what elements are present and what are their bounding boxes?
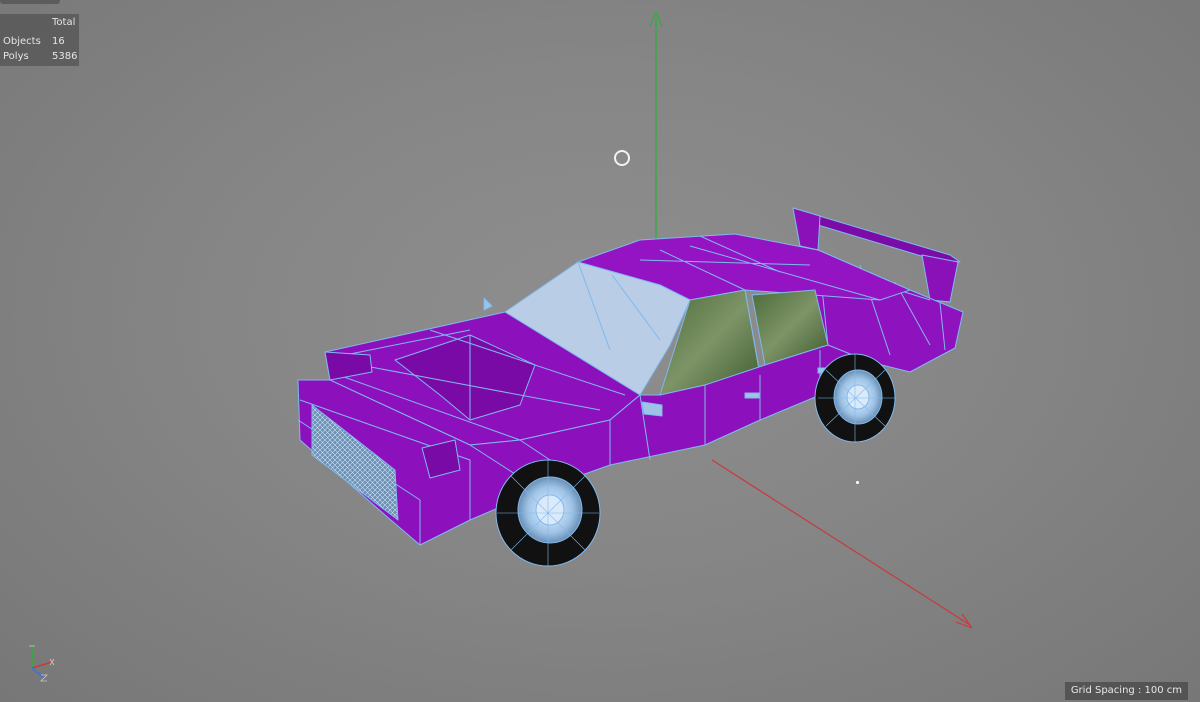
pivot-dot — [856, 481, 859, 484]
3d-viewport[interactable]: Total Objects 16 Polys 5386 Grid Spacing… — [0, 0, 1200, 702]
y-axis-arrow[interactable] — [649, 11, 663, 272]
car-model[interactable] — [297, 207, 964, 567]
x-axis-arrow[interactable] — [711, 459, 973, 629]
front-wheel — [495, 459, 601, 567]
circle-cursor-icon — [614, 150, 630, 166]
rear-wheel — [814, 353, 896, 443]
xyz-axis-icon — [29, 645, 55, 682]
side-mirror — [641, 401, 663, 417]
grid-spacing-label: Grid Spacing : 100 cm — [1064, 682, 1188, 700]
scene-canvas[interactable] — [0, 0, 1200, 702]
